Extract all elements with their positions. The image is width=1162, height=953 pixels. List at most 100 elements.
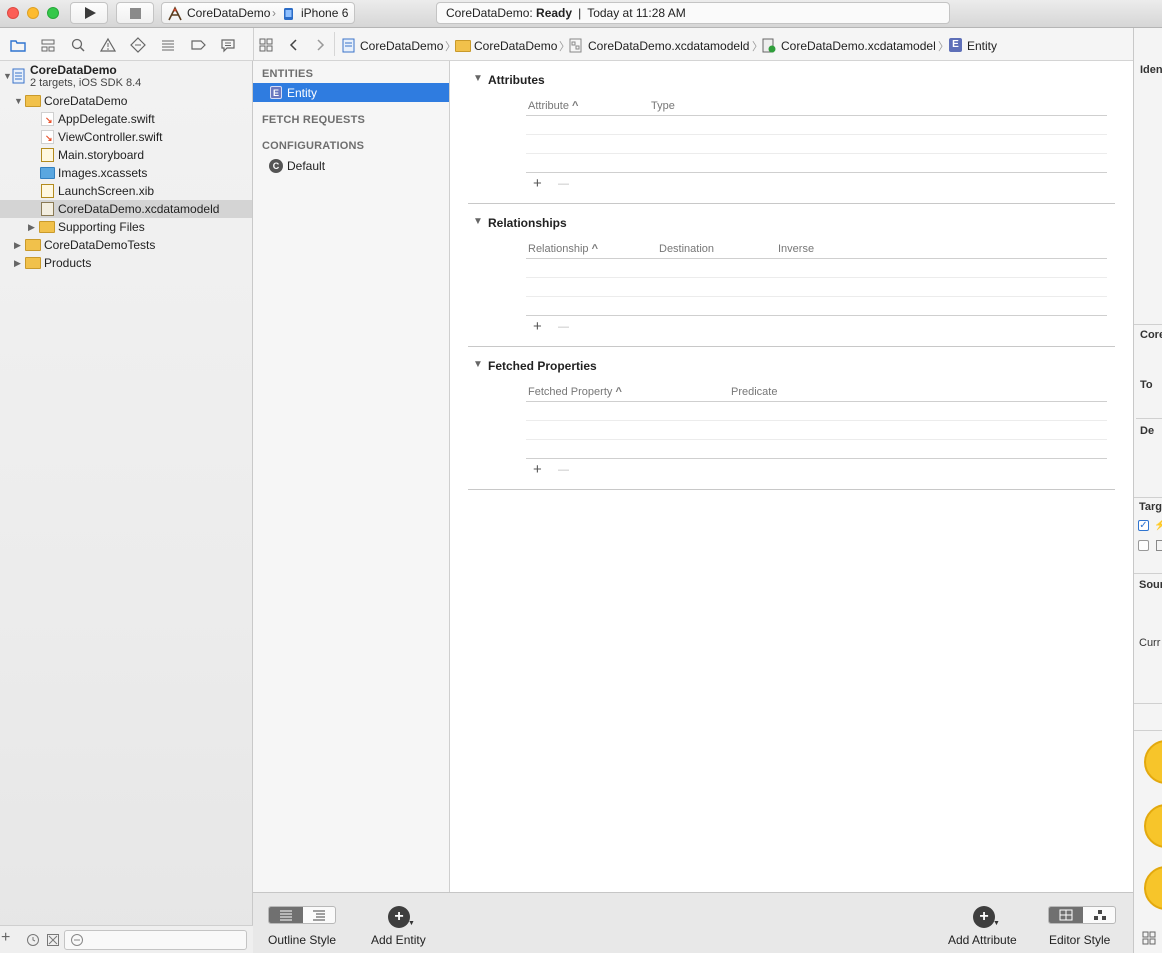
library-grid-icon[interactable] xyxy=(1142,931,1156,945)
sort-ascending-icon: ^ xyxy=(615,386,622,398)
tree-item-datamodeld-selected[interactable]: CoreDataDemo.xcdatamodeld xyxy=(0,200,252,218)
tree-item-coredatademo-group[interactable]: ▼ CoreDataDemo xyxy=(0,92,252,110)
report-navigator-icon[interactable] xyxy=(220,37,236,53)
datamodel-icon xyxy=(569,38,582,53)
stop-button[interactable] xyxy=(116,2,154,24)
entity-editor: ▼ Attributes Attribute ^ Type + — ▼ Rela… xyxy=(450,61,1133,892)
back-chevron-icon[interactable] xyxy=(286,37,302,53)
breadcrumb-chevron-icon: 〉 xyxy=(938,41,949,53)
remove-relationship-minus-icon[interactable]: — xyxy=(558,321,569,333)
entities-header: ENTITIES xyxy=(262,68,314,80)
test-diamond-icon[interactable] xyxy=(130,37,146,53)
relationships-disclosure-icon[interactable]: ▼ xyxy=(473,216,483,227)
fetched-properties-disclosure-icon[interactable]: ▼ xyxy=(473,359,483,370)
folder-icon xyxy=(25,257,41,269)
scm-status-icon[interactable] xyxy=(46,933,60,947)
outline-style-label: Outline Style xyxy=(268,933,337,947)
issue-warning-icon[interactable] xyxy=(100,37,116,53)
filter-icon xyxy=(71,934,83,946)
library-snippet-icon[interactable] xyxy=(1144,804,1162,848)
breadcrumb-group[interactable]: CoreDataDemo xyxy=(474,39,557,53)
related-items-icon[interactable] xyxy=(258,37,274,53)
tree-item-supporting-files[interactable]: ▶ Supporting Files xyxy=(0,218,252,236)
add-attribute-button[interactable]: + xyxy=(973,906,995,928)
tree-item-viewcontroller[interactable]: ↘ ViewController.swift xyxy=(0,128,252,146)
breadcrumb-datamodeld[interactable]: CoreDataDemo.xcdatamodeld xyxy=(588,39,749,53)
inspector-divider xyxy=(1134,730,1162,731)
tree-item-launchscreen[interactable]: LaunchScreen.xib xyxy=(0,182,252,200)
minimize-window-button[interactable] xyxy=(27,7,39,19)
add-entity-button[interactable]: + xyxy=(388,906,410,928)
editor-style-graph-segment[interactable] xyxy=(1083,907,1115,923)
attribute-column-header[interactable]: Attribute ^ xyxy=(528,100,578,112)
destination-column-header[interactable]: Destination xyxy=(659,243,714,255)
editor-style-segmented-control[interactable] xyxy=(1048,906,1116,924)
entity-icon: E xyxy=(949,38,962,52)
add-entity-label: Add Entity xyxy=(371,933,426,947)
outline-style-table-segment[interactable] xyxy=(269,907,303,923)
remove-attribute-minus-icon[interactable]: — xyxy=(558,178,569,190)
entity-row-selected[interactable]: E Entity xyxy=(253,83,449,102)
relationships-title: Relationships xyxy=(488,216,567,230)
configuration-default-row[interactable]: C Default xyxy=(253,157,449,176)
tree-item-tests-group[interactable]: ▶ CoreDataDemoTests xyxy=(0,236,252,254)
predicate-column-header[interactable]: Predicate xyxy=(731,386,777,398)
stop-icon xyxy=(130,8,141,19)
editor-style-table-segment[interactable] xyxy=(1049,907,1083,923)
tree-item-main-storyboard[interactable]: Main.storyboard xyxy=(0,146,252,164)
debug-navigator-icon[interactable] xyxy=(160,37,176,53)
target-checkbox-checked[interactable]: ✓ xyxy=(1138,520,1149,531)
tree-item-images-xcassets[interactable]: Images.xcassets xyxy=(0,164,252,182)
target-checkbox-unchecked[interactable] xyxy=(1138,540,1149,551)
outline-style-segmented-control[interactable] xyxy=(268,906,336,924)
current-label: Curr xyxy=(1139,637,1161,649)
zoom-window-button[interactable] xyxy=(47,7,59,19)
remove-fetched-property-minus-icon[interactable]: — xyxy=(558,464,569,476)
inverse-column-header[interactable]: Inverse xyxy=(778,243,814,255)
library-file-template-icon[interactable] xyxy=(1144,740,1162,784)
scheme-selector[interactable]: CoreDataDemo › iPhone 6 xyxy=(161,2,355,24)
folder-icon xyxy=(25,95,41,107)
window-toolbar: CoreDataDemo › iPhone 6 CoreDataDemo: Re… xyxy=(0,0,1162,28)
breadcrumb-project[interactable]: CoreDataDemo xyxy=(360,39,443,53)
add-relationship-plus-icon[interactable]: + xyxy=(533,318,542,335)
entities-outline-panel: ENTITIES E Entity FETCH REQUESTS CONFIGU… xyxy=(253,61,450,892)
tree-item-label: LaunchScreen.xib xyxy=(58,184,155,198)
disclosure-closed-icon[interactable]: ▶ xyxy=(14,254,21,272)
close-window-button[interactable] xyxy=(7,7,19,19)
disclosure-closed-icon[interactable]: ▶ xyxy=(14,236,21,254)
search-icon[interactable] xyxy=(70,37,86,53)
add-attribute-plus-icon[interactable]: + xyxy=(533,175,542,192)
attributes-disclosure-icon[interactable]: ▼ xyxy=(473,73,483,84)
project-navigator-icon[interactable] xyxy=(10,37,26,53)
breadcrumb-entity[interactable]: Entity xyxy=(967,39,997,53)
disclosure-open-icon[interactable]: ▼ xyxy=(14,92,23,110)
recent-files-clock-icon[interactable] xyxy=(26,933,40,947)
tree-item-products-group[interactable]: ▶ Products xyxy=(0,254,252,272)
type-column-header[interactable]: Type xyxy=(651,100,675,112)
fetched-property-column-header[interactable]: Fetched Property ^ xyxy=(528,386,622,398)
outline-style-hierarchy-segment[interactable] xyxy=(303,907,335,923)
scheme-name: CoreDataDemo xyxy=(187,6,271,20)
add-fetched-property-plus-icon[interactable]: + xyxy=(533,461,542,478)
forward-chevron-icon[interactable] xyxy=(312,37,328,53)
disclosure-closed-icon[interactable]: ▶ xyxy=(28,218,35,236)
tool-label: To xyxy=(1140,379,1153,391)
add-attribute-label: Add Attribute xyxy=(948,933,1017,947)
breadcrumb-datamodel[interactable]: CoreDataDemo.xcdatamodel xyxy=(781,39,936,53)
project-icon xyxy=(342,38,355,53)
add-file-icon[interactable]: + xyxy=(1,929,10,947)
breakpoint-icon[interactable] xyxy=(190,37,206,53)
project-name[interactable]: CoreDataDemo xyxy=(30,63,117,77)
symbol-navigator-icon[interactable] xyxy=(40,37,56,53)
hierarchy-list-icon xyxy=(313,910,325,921)
relationship-column-header[interactable]: Relationship ^ xyxy=(528,243,598,255)
navigator-filter-input[interactable] xyxy=(64,930,247,950)
scheme-separator-icon: › xyxy=(272,6,276,20)
run-button[interactable] xyxy=(70,2,108,24)
tree-item-appdelegate[interactable]: ↘ AppDelegate.swift xyxy=(0,110,252,128)
disclosure-open-icon[interactable]: ▼ xyxy=(3,71,12,81)
sort-ascending-icon: ^ xyxy=(591,243,599,255)
list-icon xyxy=(280,910,292,921)
library-object-icon[interactable] xyxy=(1144,866,1162,910)
